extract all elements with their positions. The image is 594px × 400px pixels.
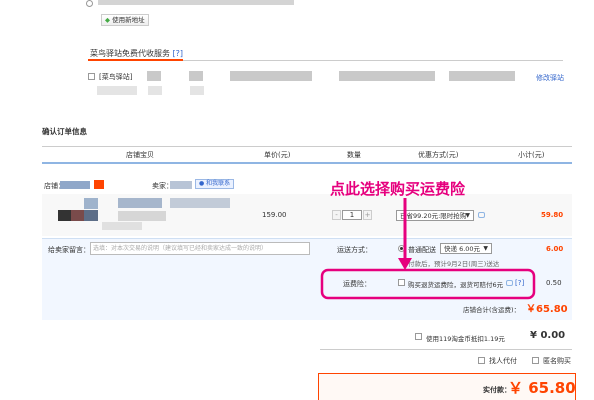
proxy-pay-label: 找人代付 bbox=[489, 357, 517, 365]
proxy-pay-checkbox[interactable] bbox=[478, 357, 485, 364]
anonymous-label: 匿名购买 bbox=[543, 357, 571, 365]
coupon-checkbox[interactable] bbox=[415, 333, 422, 340]
options-divider bbox=[320, 349, 572, 350]
paid-value: ￥ 65.80 bbox=[508, 379, 576, 397]
anonymous-checkbox[interactable] bbox=[532, 357, 539, 364]
paid-label: 实付款： bbox=[483, 386, 511, 394]
coupon-label: 使用119淘金币抵扣1.19元 bbox=[426, 335, 505, 343]
coupon-value: ¥ 0.00 bbox=[530, 330, 566, 341]
